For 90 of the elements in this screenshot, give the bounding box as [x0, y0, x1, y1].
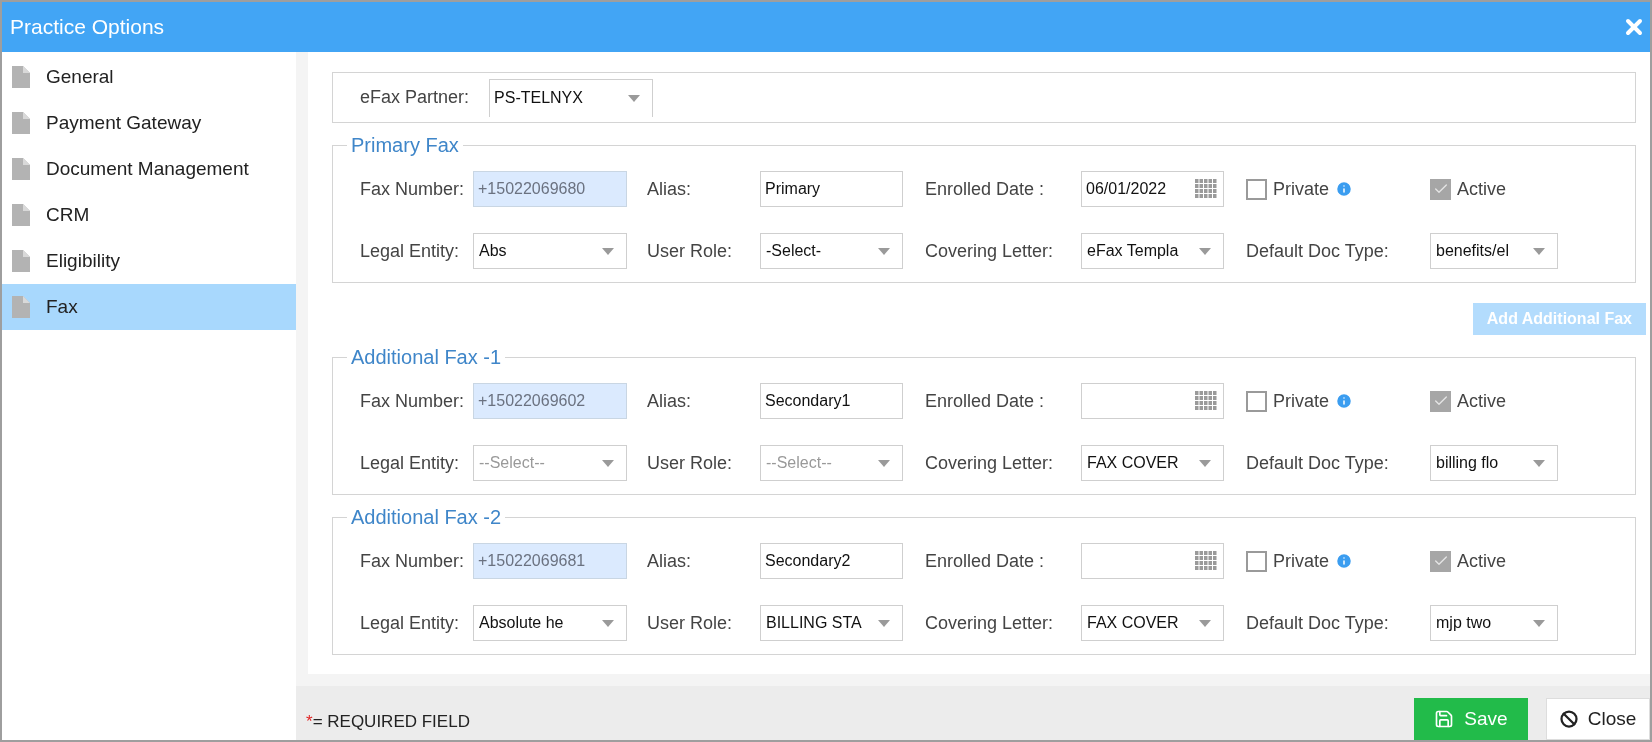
caret-icon	[628, 94, 641, 102]
field-label: Covering Letter:	[925, 239, 1055, 263]
caret-icon	[1533, 459, 1545, 467]
caret-icon	[878, 459, 890, 467]
field-label: User Role:	[647, 451, 734, 475]
field-label: Alias:	[647, 549, 692, 573]
field-label: Alias:	[647, 177, 692, 201]
caret-icon	[602, 459, 614, 467]
date-field[interactable]	[1081, 383, 1224, 419]
checkbox[interactable]	[1246, 390, 1267, 412]
sidebar-item[interactable]: General	[2, 54, 296, 100]
document-icon	[12, 66, 30, 88]
save-icon	[1434, 709, 1455, 729]
field-label: Default Doc Type:	[1246, 611, 1390, 635]
caret-icon	[878, 619, 890, 627]
alias-field[interactable]: Secondary1	[760, 383, 903, 419]
checkbox[interactable]	[1430, 390, 1451, 412]
checkbox-label: Private	[1273, 177, 1330, 201]
field-label: User Role:	[647, 239, 734, 263]
caret-icon	[1533, 619, 1545, 627]
document-icon	[12, 112, 30, 134]
field-label: Legal Entity:	[360, 239, 461, 263]
checkbox-label: Active	[1457, 177, 1507, 201]
field-label: Enrolled Date :	[925, 177, 1046, 201]
fax-number-field[interactable]: +15022069602	[473, 383, 627, 419]
doc-type-select[interactable]: billing flo	[1430, 445, 1558, 481]
doc-type-select[interactable]: benefits/el	[1430, 233, 1558, 269]
field-label: eFax Partner:	[360, 86, 470, 109]
field-label: Default Doc Type:	[1246, 451, 1390, 475]
checkbox[interactable]	[1430, 550, 1451, 572]
checkbox-label: Private	[1273, 549, 1330, 573]
cancel-icon	[1559, 710, 1578, 728]
calendar-icon	[1195, 551, 1217, 571]
caret-icon	[878, 247, 890, 255]
checkbox[interactable]	[1246, 550, 1267, 572]
field-label: User Role:	[647, 611, 734, 635]
checkbox-label: Private	[1273, 389, 1330, 413]
checkbox-label: Active	[1457, 389, 1507, 413]
field-label: Fax Number:	[360, 549, 466, 573]
fax-number-field[interactable]: +15022069680	[473, 171, 627, 207]
legal-entity-select[interactable]: Abs	[473, 233, 627, 269]
caret-icon	[1533, 247, 1545, 255]
info-icon[interactable]	[1335, 392, 1354, 410]
field-label: Enrolled Date :	[925, 549, 1046, 573]
field-label: Enrolled Date :	[925, 389, 1046, 413]
sidebar-item[interactable]: Document Management	[2, 146, 296, 192]
alias-field[interactable]: Primary	[760, 171, 903, 207]
document-icon	[12, 158, 30, 180]
checkbox[interactable]	[1246, 178, 1267, 200]
field-label: Legal Entity:	[360, 611, 461, 635]
caret-icon	[602, 619, 614, 627]
close-button[interactable]: Close	[1546, 698, 1650, 740]
checkbox-label: Active	[1457, 549, 1507, 573]
info-icon[interactable]	[1335, 180, 1354, 198]
field-label: Legal Entity:	[360, 451, 461, 475]
field-label: Covering Letter:	[925, 611, 1055, 635]
doc-type-select[interactable]: mjp two	[1430, 605, 1558, 641]
caret-icon	[1199, 247, 1211, 255]
calendar-icon	[1195, 391, 1217, 411]
date-field[interactable]	[1081, 543, 1224, 579]
covering-letter-select[interactable]: eFax Templa	[1081, 233, 1224, 269]
calendar-icon	[1195, 179, 1217, 199]
caret-icon	[1199, 619, 1211, 627]
efax-partner-select[interactable]: PS-TELNYX	[489, 78, 654, 117]
covering-letter-select[interactable]: FAX COVER	[1081, 605, 1224, 641]
field-label: Fax Number:	[360, 177, 466, 201]
document-icon	[12, 250, 30, 272]
user-role-select[interactable]: -Select-	[760, 233, 903, 269]
date-field[interactable]: 06/01/2022	[1081, 171, 1224, 207]
sidebar-item[interactable]: CRM	[2, 192, 296, 238]
alias-field[interactable]: Secondary2	[760, 543, 903, 579]
sidebar-item[interactable]: Fax	[2, 284, 296, 330]
field-label: Alias:	[647, 389, 692, 413]
window-title: Practice Options	[10, 14, 165, 41]
fax-number-field[interactable]: +15022069681	[473, 543, 627, 579]
field-label: Covering Letter:	[925, 451, 1055, 475]
sidebar-item[interactable]: Payment Gateway	[2, 100, 296, 146]
sidebar-item[interactable]: Eligibility	[2, 238, 296, 284]
user-role-select[interactable]: BILLING STA	[760, 605, 903, 641]
covering-letter-select[interactable]: FAX COVER	[1081, 445, 1224, 481]
caret-icon	[602, 247, 614, 255]
document-icon	[12, 204, 30, 226]
caret-icon	[1199, 459, 1211, 467]
required-field-note: *= REQUIRED FIELD	[306, 710, 470, 733]
legal-entity-select[interactable]: Absolute he	[473, 605, 627, 641]
checkbox[interactable]	[1430, 178, 1451, 200]
field-label: Fax Number:	[360, 389, 466, 413]
info-icon[interactable]	[1335, 552, 1354, 570]
document-icon	[12, 296, 30, 318]
field-label: Default Doc Type:	[1246, 239, 1390, 263]
